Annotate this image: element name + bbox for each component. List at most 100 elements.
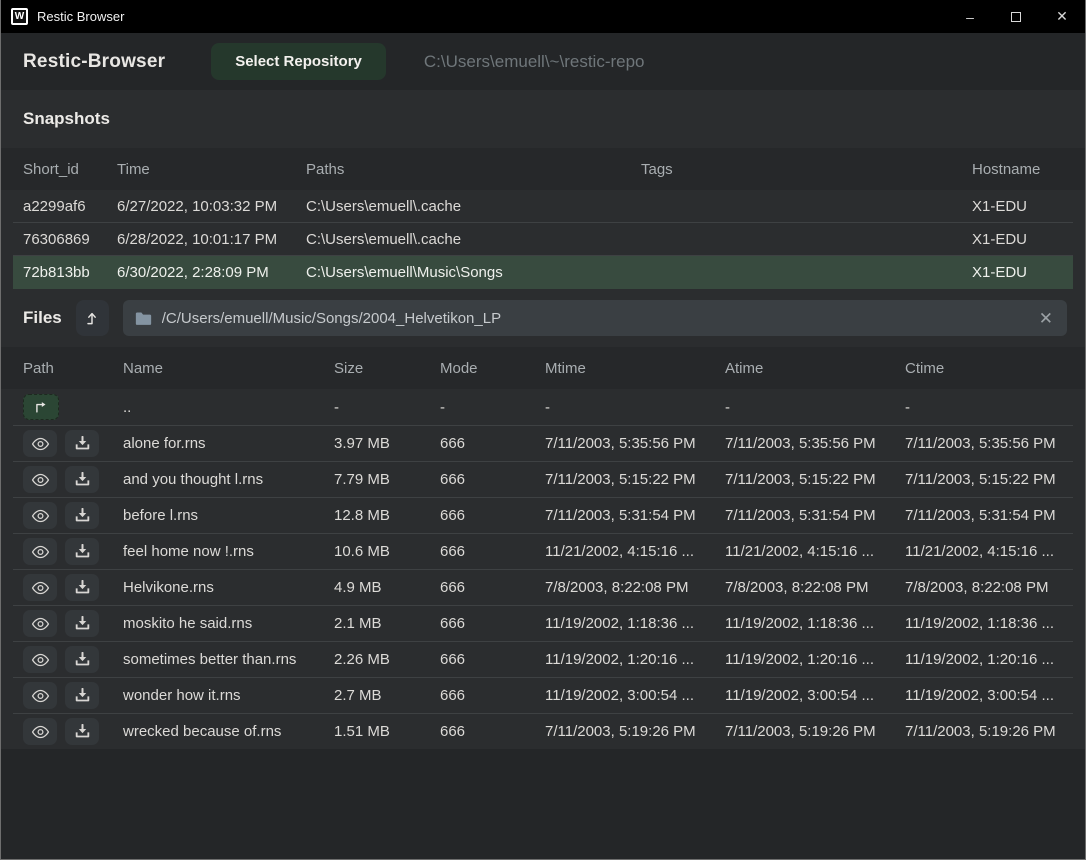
eye-icon — [31, 725, 50, 739]
preview-file-button[interactable] — [23, 538, 57, 565]
files-column-header: Path Name Size Mode Mtime Atime Ctime — [1, 347, 1085, 389]
file-name: .. — [113, 399, 324, 416]
download-file-button[interactable] — [65, 610, 99, 637]
file-ctime: 11/19/2002, 1:18:36 ... — [895, 615, 1073, 632]
maximize-icon — [1011, 12, 1021, 22]
eye-icon — [31, 473, 50, 487]
file-atime: 7/11/2003, 5:31:54 PM — [715, 507, 895, 524]
file-mtime: 7/11/2003, 5:19:26 PM — [535, 723, 715, 740]
file-row[interactable]: Helvikone.rns 4.9 MB 666 7/8/2003, 8:22:… — [13, 569, 1073, 605]
maximize-button[interactable] — [993, 0, 1039, 33]
minimize-button[interactable]: – — [947, 0, 993, 33]
path-input[interactable] — [162, 310, 1027, 327]
parent-row-actions — [13, 394, 113, 420]
column-header-short-id[interactable]: Short_id — [13, 161, 107, 178]
file-name: alone for.rns — [113, 435, 324, 452]
preview-file-button[interactable] — [23, 574, 57, 601]
app-icon: W — [11, 8, 28, 25]
level-up-button[interactable] — [76, 300, 109, 336]
eye-icon — [31, 689, 50, 703]
preview-file-button[interactable] — [23, 430, 57, 457]
column-header-mtime[interactable]: Mtime — [535, 360, 715, 377]
eye-icon — [31, 653, 50, 667]
column-header-mode[interactable]: Mode — [430, 360, 535, 377]
download-file-button[interactable] — [65, 466, 99, 493]
column-header-hostname[interactable]: Hostname — [962, 161, 1073, 178]
file-ctime: 7/11/2003, 5:15:22 PM — [895, 471, 1073, 488]
file-ctime: 11/19/2002, 1:20:16 ... — [895, 651, 1073, 668]
snapshot-row[interactable]: a2299af6 6/27/2022, 10:03:32 PM C:\Users… — [13, 190, 1073, 223]
snapshot-paths: C:\Users\emuell\Music\Songs — [296, 264, 631, 281]
file-name: wrecked because of.rns — [113, 723, 324, 740]
folder-icon — [135, 311, 152, 326]
file-mode: - — [430, 399, 535, 416]
file-row[interactable]: alone for.rns 3.97 MB 666 7/11/2003, 5:3… — [13, 425, 1073, 461]
column-header-time[interactable]: Time — [107, 161, 296, 178]
download-file-button[interactable] — [65, 430, 99, 457]
file-mode: 666 — [430, 507, 535, 524]
parent-directory-row[interactable]: .. - - - - - — [13, 389, 1073, 425]
close-button[interactable]: ✕ — [1039, 0, 1085, 33]
file-row-actions — [13, 682, 113, 709]
download-icon — [75, 508, 90, 523]
download-icon — [75, 724, 90, 739]
column-header-paths[interactable]: Paths — [296, 161, 631, 178]
snapshot-paths: C:\Users\emuell\.cache — [296, 198, 631, 215]
file-row-actions — [13, 538, 113, 565]
clear-path-icon[interactable]: ✕ — [1037, 310, 1055, 327]
download-icon — [75, 472, 90, 487]
navigate-up-button[interactable] — [23, 394, 59, 420]
file-name: and you thought l.rns — [113, 471, 324, 488]
snapshots-column-header: Short_id Time Paths Tags Hostname — [1, 148, 1085, 190]
file-row-actions — [13, 502, 113, 529]
file-mode: 666 — [430, 723, 535, 740]
column-header-ctime[interactable]: Ctime — [895, 360, 1073, 377]
download-file-button[interactable] — [65, 502, 99, 529]
download-file-button[interactable] — [65, 538, 99, 565]
column-header-path[interactable]: Path — [13, 360, 113, 377]
snapshot-row[interactable]: 76306869 6/28/2022, 10:01:17 PM C:\Users… — [13, 223, 1073, 256]
download-file-button[interactable] — [65, 646, 99, 673]
preview-file-button[interactable] — [23, 682, 57, 709]
column-header-name[interactable]: Name — [113, 360, 324, 377]
file-size: 10.6 MB — [324, 543, 430, 560]
file-name: feel home now !.rns — [113, 543, 324, 560]
preview-file-button[interactable] — [23, 610, 57, 637]
preview-file-button[interactable] — [23, 646, 57, 673]
file-atime: - — [715, 399, 895, 416]
file-mtime: - — [535, 399, 715, 416]
file-atime: 7/11/2003, 5:35:56 PM — [715, 435, 895, 452]
file-row[interactable]: feel home now !.rns 10.6 MB 666 11/21/20… — [13, 533, 1073, 569]
up-right-arrow-icon — [32, 400, 50, 414]
snapshots-section: Snapshots Short_id Time Paths Tags Hostn… — [1, 90, 1085, 289]
file-row-actions — [13, 646, 113, 673]
file-row[interactable]: and you thought l.rns 7.79 MB 666 7/11/2… — [13, 461, 1073, 497]
download-file-button[interactable] — [65, 574, 99, 601]
preview-file-button[interactable] — [23, 718, 57, 745]
column-header-size[interactable]: Size — [324, 360, 430, 377]
file-atime: 7/8/2003, 8:22:08 PM — [715, 579, 895, 596]
preview-file-button[interactable] — [23, 466, 57, 493]
file-row[interactable]: moskito he said.rns 2.1 MB 666 11/19/200… — [13, 605, 1073, 641]
file-row[interactable]: before l.rns 12.8 MB 666 7/11/2003, 5:31… — [13, 497, 1073, 533]
snapshot-hostname: X1-EDU — [962, 231, 1073, 248]
file-row[interactable]: wrecked because of.rns 1.51 MB 666 7/11/… — [13, 713, 1073, 749]
file-mode: 666 — [430, 615, 535, 632]
file-size: 1.51 MB — [324, 723, 430, 740]
repository-path-input[interactable] — [424, 52, 1063, 72]
column-header-tags[interactable]: Tags — [631, 161, 962, 178]
file-size: 2.7 MB — [324, 687, 430, 704]
file-ctime: 11/19/2002, 3:00:54 ... — [895, 687, 1073, 704]
select-repository-button[interactable]: Select Repository — [211, 43, 386, 80]
preview-file-button[interactable] — [23, 502, 57, 529]
download-file-button[interactable] — [65, 718, 99, 745]
column-header-atime[interactable]: Atime — [715, 360, 895, 377]
file-row[interactable]: sometimes better than.rns 2.26 MB 666 11… — [13, 641, 1073, 677]
window-controls: – ✕ — [947, 0, 1085, 33]
file-row[interactable]: wonder how it.rns 2.7 MB 666 11/19/2002,… — [13, 677, 1073, 713]
snapshot-short-id: 72b813bb — [13, 264, 107, 281]
download-file-button[interactable] — [65, 682, 99, 709]
snapshot-row[interactable]: 72b813bb 6/30/2022, 2:28:09 PM C:\Users\… — [13, 256, 1073, 289]
file-mtime: 7/11/2003, 5:35:56 PM — [535, 435, 715, 452]
file-mtime: 11/19/2002, 3:00:54 ... — [535, 687, 715, 704]
